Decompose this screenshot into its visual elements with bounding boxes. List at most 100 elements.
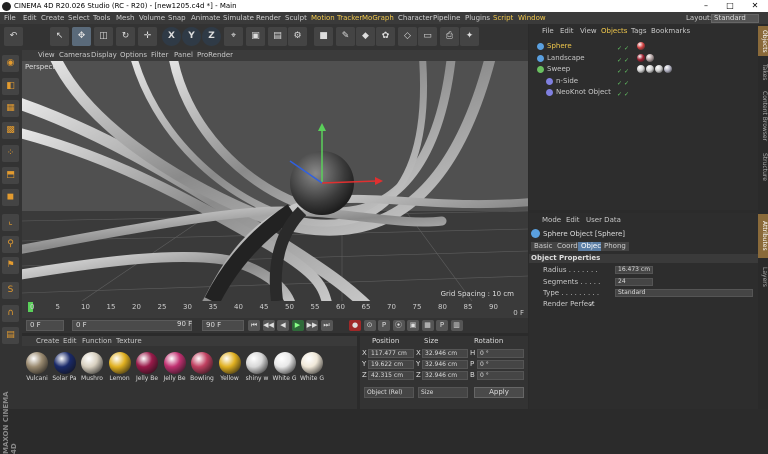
material-swatch[interactable]: shiny w [244,350,270,382]
render-perfect-checkbox[interactable]: ✓ [589,300,595,309]
material-swatch[interactable]: Bowling [189,350,215,382]
keyframe-selection-button[interactable]: P [378,320,390,331]
material-menu-edit[interactable]: Edit [63,336,77,346]
material-swatch[interactable]: Jelly Be [134,350,160,382]
size-field[interactable]: 32.946 cm [422,360,468,369]
menu-snap[interactable]: Snap [168,12,186,24]
parameter-key-button[interactable]: P [436,320,448,331]
material-swatch[interactable]: Vulcani [24,350,50,382]
menu-mesh[interactable]: Mesh [116,12,134,24]
menu-plugins[interactable]: Plugins [465,12,490,24]
attr-menu-edit[interactable]: Edit [566,215,580,225]
material-menu-function[interactable]: Function [82,336,112,346]
x-axis-icon[interactable]: X [162,27,181,46]
material-tag-icon[interactable] [637,42,645,50]
menu-sculpt[interactable]: Sculpt [285,12,307,24]
attr-menu-mode[interactable]: Mode [542,215,561,225]
material-menu-create[interactable]: Create [36,336,59,346]
obj-menu-objects[interactable]: Objects [601,26,627,36]
object-row[interactable]: Sweep ✓ ✓ [529,64,758,75]
radius-field[interactable]: 16.473 cm [615,266,653,274]
move-icon[interactable]: ✥ [72,27,91,46]
maximize-button[interactable]: □ [718,0,742,12]
material-swatch[interactable]: White G [272,350,298,382]
side-tab-takes[interactable]: Takes [758,60,768,84]
obj-menu-edit[interactable]: Edit [560,26,574,36]
timeline-button[interactable]: ▥ [450,320,463,331]
end-frame-field[interactable]: 90 F [202,320,244,331]
menu-edit[interactable]: Edit [23,12,37,24]
menu-character[interactable]: Character [398,12,433,24]
grid-icon[interactable]: ▤ [2,327,19,344]
texture-mode-icon[interactable]: ▦ [2,100,19,117]
rotate-icon[interactable]: ↻ [116,27,135,46]
start-frame-field[interactable]: 0 F [26,320,64,331]
apply-button[interactable]: Apply [474,387,524,398]
menu-mograph[interactable]: MoGraph [362,12,394,24]
position-field[interactable]: 117.477 cm [368,349,414,358]
axis-mode-icon[interactable]: ⌞ [2,214,19,231]
edges-mode-icon[interactable]: ⬒ [2,167,19,184]
prev-frame-button[interactable]: ◀ [277,320,289,331]
menu-script[interactable]: Script [493,12,513,24]
workplane-icon[interactable]: ▩ [2,122,19,139]
enable-toggle[interactable]: ✓ [624,89,629,100]
object-row[interactable]: Sphere ✓ ✓ [529,41,758,52]
next-frame-button[interactable]: ▶▶ [306,320,318,331]
solo-icon[interactable]: S [2,282,19,299]
viewport-menu-view[interactable]: View [38,50,55,61]
rotation-field[interactable]: 0 ° [477,360,524,369]
rotation-field[interactable]: 0 ° [477,349,524,358]
position-field[interactable]: 42.315 cm [368,371,414,380]
coordinate-system-icon[interactable]: ⌖ [224,27,243,46]
menu-render[interactable]: Render [256,12,281,24]
tweak-icon[interactable]: ⚲ [2,236,19,253]
material-swatch[interactable]: Lemon [107,350,133,382]
size-field[interactable]: 32.946 cm [422,349,468,358]
material-swatch[interactable]: Solar Pa [52,350,78,382]
menu-pipeline[interactable]: Pipeline [433,12,460,24]
make-editable-icon[interactable]: ◉ [2,55,19,72]
material-tag-icon[interactable] [637,53,645,62]
size-mode-select[interactable]: Size [418,387,468,398]
select-icon[interactable]: ↖ [50,27,69,46]
scale-icon[interactable]: ◫ [94,27,113,46]
material-menu-texture[interactable]: Texture [116,336,142,346]
go-to-end-button[interactable]: ⏭ [320,320,333,331]
tab-basic[interactable]: Basic [531,242,556,251]
floor-icon[interactable]: ▭ [418,27,437,46]
object-row[interactable]: NeoKnot Object ✓ ✓ [529,87,758,98]
side-tab-attributes[interactable]: Attributes [758,214,768,258]
obj-menu-tags[interactable]: Tags [631,26,647,36]
end-frame-a-field[interactable]: 90 F [174,320,198,331]
viewport-menu-cameras[interactable]: Cameras [59,50,90,61]
type-select[interactable]: Standard [615,289,753,297]
size-field[interactable]: 32.946 cm [422,371,468,380]
viewport-menu-display[interactable]: Display [91,50,117,61]
pen-icon[interactable]: ✎ [336,27,355,46]
prev-key-button[interactable]: ◀◀ [262,320,275,331]
undo-icon[interactable]: ↶ [4,27,23,46]
material-swatch[interactable]: Yellow [217,350,243,382]
material-swatch[interactable]: Jelly Be [162,350,188,382]
viewport-menu-options[interactable]: Options [120,50,147,61]
autokey-button[interactable]: ⊙ [363,320,376,331]
material-swatch[interactable]: White G [299,350,325,382]
record-button[interactable]: ● [349,320,361,331]
segments-field[interactable]: 24 [615,278,653,286]
menu-window[interactable]: Window [518,12,546,24]
recent-tool-icon[interactable]: ✛ [138,27,157,46]
render-view-icon[interactable]: ▣ [246,27,265,46]
object-row[interactable]: n-Side ✓ ✓ [529,76,758,87]
menu-create[interactable]: Create [41,12,64,24]
obj-menu-bookmarks[interactable]: Bookmarks [651,26,690,36]
material-tag-icon[interactable] [664,65,672,73]
viewport-menu-panel[interactable]: Panel [174,50,193,61]
menu-volume[interactable]: Volume [139,12,165,24]
points-mode-icon[interactable]: ⁘ [2,145,19,162]
cube-icon[interactable]: ■ [314,27,333,46]
rotation-field[interactable]: 0 ° [477,371,524,380]
material-tag-icon[interactable] [655,65,663,73]
menu-select[interactable]: Select [68,12,90,24]
side-tab-objects[interactable]: Objects [758,26,768,56]
